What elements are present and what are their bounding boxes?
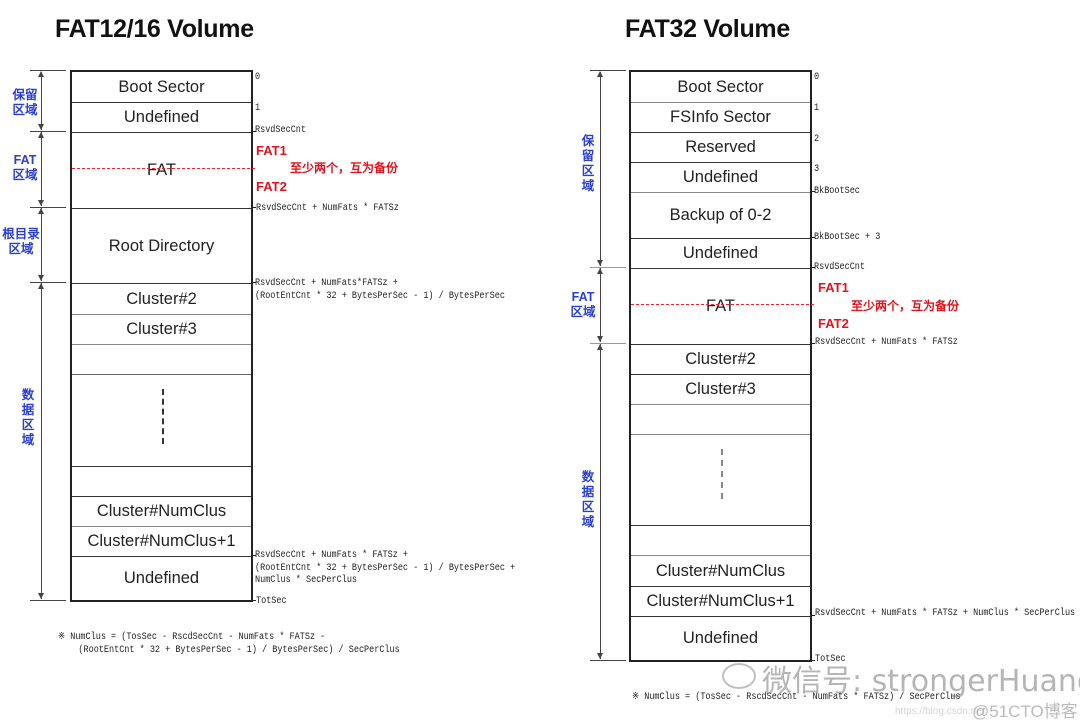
left-root-span xyxy=(41,208,42,281)
left-row-ellipsis xyxy=(72,374,251,466)
right-region-data: 数 据 区 域 xyxy=(581,470,595,529)
left-row-cluster-numclus-plus-1: Cluster#NumClus+1 xyxy=(72,526,251,556)
arrow-up-icon xyxy=(597,344,603,350)
left-fat2-label: FAT2 xyxy=(256,179,287,194)
arrow-down-icon xyxy=(38,124,44,130)
right-vertical-ellipsis xyxy=(720,449,723,499)
right-offset-rsvdseccnt: RsvdSecCnt xyxy=(814,262,866,273)
left-fat-label: FAT xyxy=(146,161,177,179)
watermark-wechat-id: 微信号: strongerHuang xyxy=(762,664,1080,699)
right-row-cluster-2: Cluster#2 xyxy=(631,344,810,374)
left-fat-backup-note: 至少两个，互为备份 xyxy=(290,161,399,175)
left-offset-data-end: RsvdSecCnt + NumFats * FATSz + (RootEntC… xyxy=(255,550,516,586)
right-offset-0: 0 xyxy=(814,72,820,83)
right-fat2-label: FAT2 xyxy=(818,316,849,331)
right-offset-data-end: RsvdSecCnt + NumFats * FATSz + NumClus *… xyxy=(815,608,1076,619)
right-row-undefined-2: Undefined xyxy=(631,238,810,268)
left-offset-fat-end: RsvdSecCnt + NumFats * FATSz xyxy=(256,203,399,214)
left-region-fat: FAT 区域 xyxy=(12,153,38,182)
left-bracket-line xyxy=(30,207,66,208)
arrow-up-icon xyxy=(38,132,44,138)
right-bracket-line xyxy=(590,660,626,661)
right-bracket-line xyxy=(590,70,626,71)
left-volume-box: Boot Sector Undefined FAT Root Directory… xyxy=(70,70,255,602)
left-offset-totsec: TotSec xyxy=(256,596,287,607)
right-data-span xyxy=(600,344,601,659)
right-fat-label: FAT xyxy=(705,297,736,315)
left-row-cluster-numclus: Cluster#NumClus xyxy=(72,496,251,526)
left-vertical-ellipsis xyxy=(161,389,164,444)
right-offset-fat-end: RsvdSecCnt + NumFats * FATSz xyxy=(815,337,958,348)
left-offset-rsvdseccnt: RsvdSecCnt xyxy=(255,125,307,136)
right-region-fat: FAT 区域 xyxy=(570,290,596,319)
right-reserved-span xyxy=(600,72,601,266)
arrow-up-icon xyxy=(597,268,603,274)
right-row-cluster-numclus: Cluster#NumClus xyxy=(631,555,810,586)
right-row-boot-sector: Boot Sector xyxy=(677,77,764,96)
left-fat-divider xyxy=(72,168,255,169)
left-footnote: ※ NumClus = (TosSec - RscdSecCnt - NumFa… xyxy=(58,632,400,656)
left-region-reserved: 保留 区域 xyxy=(12,88,38,117)
left-bracket-line xyxy=(30,600,66,601)
right-offset-2: 2 xyxy=(814,134,820,145)
left-bracket-line xyxy=(30,282,66,283)
arrow-up-icon xyxy=(38,71,44,77)
right-fat-span xyxy=(600,268,601,342)
left-row-empty-2 xyxy=(72,466,251,496)
left-bracket-line xyxy=(30,70,66,71)
watermark-brand: @51CTO博客 xyxy=(972,702,1078,721)
left-fat1-label: FAT1 xyxy=(256,143,287,158)
right-offset-3: 3 xyxy=(814,164,820,175)
right-row-cluster-numclus-plus-1: Cluster#NumClus+1 xyxy=(631,586,810,616)
right-fat-backup-note: 至少两个，互为备份 xyxy=(851,299,960,313)
left-row-undefined-1: Undefined xyxy=(72,102,251,132)
right-region-reserved: 保 留 区 域 xyxy=(581,134,595,193)
left-row-empty-1 xyxy=(72,344,251,374)
left-offset-root-end: RsvdSecCnt + NumFats*FATSz + (RootEntCnt… xyxy=(255,278,505,302)
wechat-icon xyxy=(722,663,756,689)
arrow-up-icon xyxy=(38,208,44,214)
right-volume-box: Boot Sector FSInfo Sector Reserved Undef… xyxy=(629,70,814,662)
right-fat-divider xyxy=(631,304,814,305)
right-row-undefined-1: Undefined xyxy=(631,162,810,192)
right-offset-bkbootsec-plus-3: BkBootSec + 3 xyxy=(814,232,881,243)
left-region-root: 根目录 区域 xyxy=(2,227,40,256)
left-title: FAT12/16 Volume xyxy=(55,15,254,43)
right-offset-1: 1 xyxy=(814,103,820,114)
left-region-data: 数 据 区 域 xyxy=(21,388,35,447)
right-row-empty-2 xyxy=(631,525,810,555)
left-fat-span xyxy=(41,132,42,206)
arrow-down-icon xyxy=(597,260,603,266)
left-row-boot-sector: Boot Sector xyxy=(118,77,205,96)
arrow-down-icon xyxy=(597,653,603,659)
right-row-cluster-3: Cluster#3 xyxy=(631,374,810,404)
right-row-ellipsis xyxy=(631,434,810,525)
left-reserved-span xyxy=(41,72,42,130)
right-row-empty-1 xyxy=(631,404,810,434)
right-row-fsinfo-sector: FSInfo Sector xyxy=(631,102,810,132)
right-row-fat: FAT xyxy=(631,268,814,344)
right-title: FAT32 Volume xyxy=(625,15,790,43)
right-row-undefined-end: Undefined xyxy=(631,616,810,660)
left-row-undefined-end: Undefined xyxy=(72,556,251,600)
left-offset-0: 0 xyxy=(255,72,261,83)
right-row-reserved: Reserved xyxy=(631,132,810,162)
arrow-up-icon xyxy=(597,71,603,77)
left-row-root-directory: Root Directory xyxy=(72,208,251,283)
right-row-backup: Backup of 0-2 xyxy=(631,192,810,238)
left-offset-1: 1 xyxy=(255,103,261,114)
left-row-cluster-3: Cluster#3 xyxy=(72,314,251,344)
arrow-down-icon xyxy=(38,200,44,206)
arrow-down-icon xyxy=(38,275,44,281)
left-row-cluster-2: Cluster#2 xyxy=(72,283,251,314)
right-bracket-line xyxy=(590,343,626,344)
right-offset-bkbootsec: BkBootSec xyxy=(814,186,860,197)
right-bracket-line xyxy=(590,267,626,268)
right-fat1-label: FAT1 xyxy=(818,280,849,295)
arrow-down-icon xyxy=(38,593,44,599)
left-row-fat: FAT xyxy=(72,132,255,208)
arrow-down-icon xyxy=(597,336,603,342)
arrow-up-icon xyxy=(38,283,44,289)
left-bracket-line xyxy=(30,131,66,132)
